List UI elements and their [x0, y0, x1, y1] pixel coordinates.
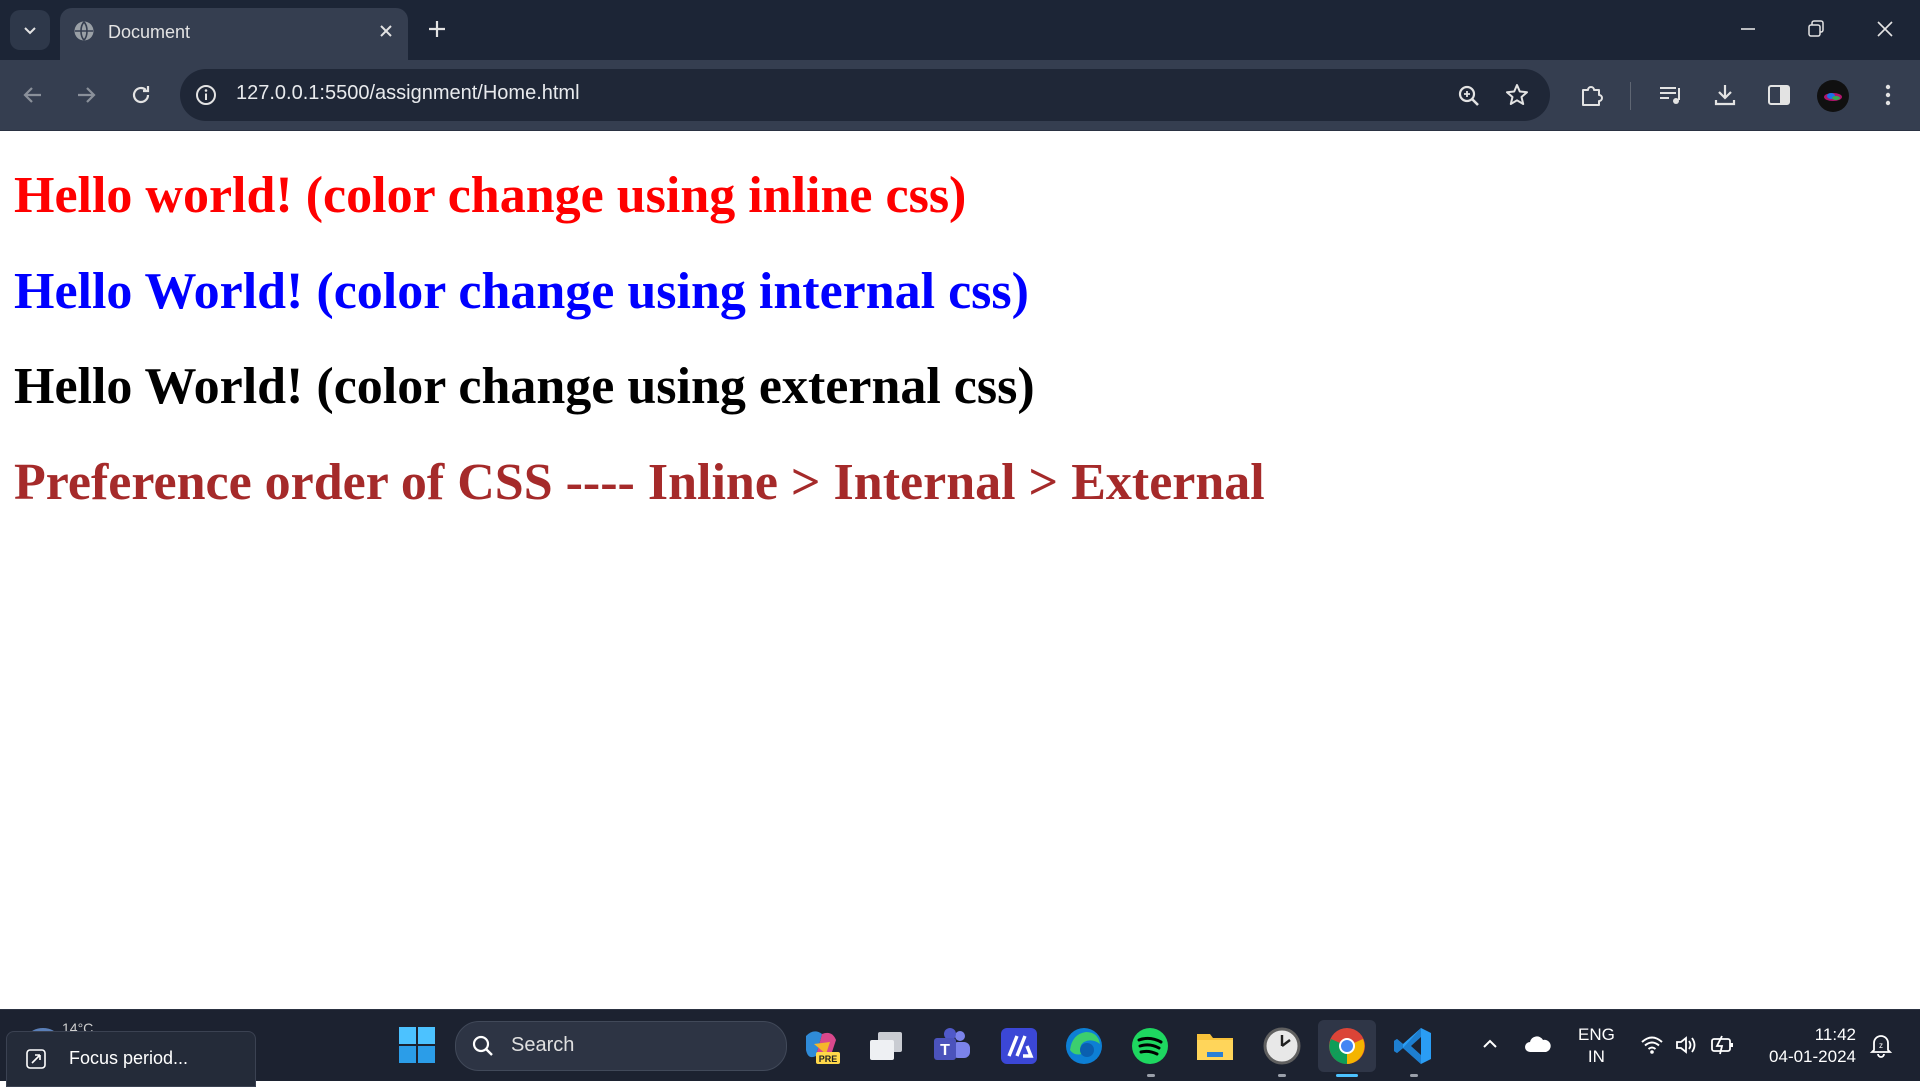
task-view-icon[interactable]: [864, 1024, 908, 1068]
tab-search-button[interactable]: [10, 10, 50, 50]
heading-inline-css: Hello world! (color change using inline …: [14, 167, 967, 224]
site-info-icon[interactable]: [194, 83, 218, 107]
svg-text:z: z: [1879, 1041, 1883, 1050]
vscode-icon[interactable]: [1391, 1024, 1435, 1068]
close-icon[interactable]: [376, 21, 396, 41]
minimize-icon[interactable]: [1737, 18, 1759, 40]
vscode-running-indicator: [1410, 1074, 1418, 1077]
windows-start-icon[interactable]: [399, 1027, 435, 1063]
file-explorer-icon[interactable]: [1193, 1024, 1237, 1068]
clipchamp-icon[interactable]: [997, 1024, 1041, 1068]
globe-icon: [74, 21, 94, 41]
side-panel-icon[interactable]: [1765, 81, 1793, 109]
language-code: ENG: [1578, 1025, 1615, 1044]
zoom-icon[interactable]: [1456, 83, 1482, 109]
spotify-running-indicator: [1147, 1074, 1155, 1077]
spotify-icon[interactable]: [1128, 1024, 1172, 1068]
restore-icon[interactable]: [1805, 18, 1827, 40]
input-language-indicator[interactable]: ENG IN: [1578, 1024, 1615, 1068]
focus-timer-icon: [26, 1049, 46, 1069]
clock-time: 11:42: [1814, 1025, 1856, 1044]
extensions-puzzle-icon[interactable]: [1578, 81, 1606, 109]
bookmark-star-icon[interactable]: [1504, 82, 1530, 108]
region-code: IN: [1587, 1047, 1605, 1066]
taskbar-search-box[interactable]: Search: [455, 1021, 787, 1071]
forward-arrow-icon[interactable]: [73, 82, 99, 108]
page-viewport: Hello world! (color change using inline …: [0, 131, 1920, 1009]
close-window-icon[interactable]: [1874, 18, 1896, 40]
heading-external-css: Hello World! (color change using externa…: [14, 358, 1035, 415]
windows-taskbar: 14°C Focus period... Search PRE T ENG IN…: [0, 1009, 1920, 1087]
onedrive-cloud-icon[interactable]: [1524, 1034, 1552, 1054]
clock-running-indicator: [1278, 1074, 1286, 1077]
reload-icon[interactable]: [128, 82, 154, 108]
new-tab-plus-icon[interactable]: [425, 17, 449, 41]
volume-icon[interactable]: [1674, 1034, 1700, 1056]
browser-toolbar: [0, 60, 1920, 131]
heading-internal-css: Hello World! (color change using interna…: [14, 263, 1029, 320]
battery-charging-icon[interactable]: [1710, 1033, 1736, 1057]
search-icon: [472, 1035, 493, 1056]
clock-date: 04-01-2024: [1769, 1047, 1856, 1066]
browser-tab-strip: Document: [0, 0, 1920, 60]
chrome-active-indicator: [1336, 1074, 1358, 1077]
search-label: Search: [511, 1034, 575, 1056]
svg-text:PRE: PRE: [819, 1054, 838, 1064]
chevron-up-icon[interactable]: [1480, 1034, 1500, 1054]
system-clock[interactable]: 11:42 04-01-2024: [1769, 1024, 1856, 1068]
profile-avatar[interactable]: [1817, 80, 1849, 112]
focus-label: Focus period...: [69, 1048, 189, 1068]
chrome-browser-icon[interactable]: [1325, 1024, 1369, 1068]
url-input[interactable]: [236, 82, 1136, 105]
chevron-down-icon: [24, 27, 36, 35]
browser-tab[interactable]: Document: [60, 8, 408, 60]
copilot-pre-icon[interactable]: PRE: [800, 1024, 844, 1068]
heading-css-preference-order: Preference order of CSS ---- Inline > In…: [14, 454, 1265, 511]
more-menu-icon[interactable]: [1874, 81, 1902, 109]
download-icon[interactable]: [1711, 81, 1739, 109]
wifi-icon[interactable]: [1640, 1035, 1664, 1055]
back-arrow-icon[interactable]: [20, 82, 46, 108]
svg-text:T: T: [940, 1042, 950, 1059]
focus-session-widget[interactable]: Focus period...: [6, 1031, 256, 1087]
address-bar[interactable]: [180, 69, 1550, 121]
teams-icon[interactable]: T: [930, 1024, 974, 1068]
toolbar-separator: [1630, 82, 1631, 110]
clock-app-icon[interactable]: [1260, 1024, 1304, 1068]
notification-bell-icon[interactable]: z: [1868, 1032, 1894, 1058]
media-controls-icon[interactable]: [1657, 81, 1685, 109]
edge-browser-icon[interactable]: [1062, 1024, 1106, 1068]
avatar-image-icon: [1824, 93, 1842, 101]
tab-title: Document: [108, 22, 191, 42]
